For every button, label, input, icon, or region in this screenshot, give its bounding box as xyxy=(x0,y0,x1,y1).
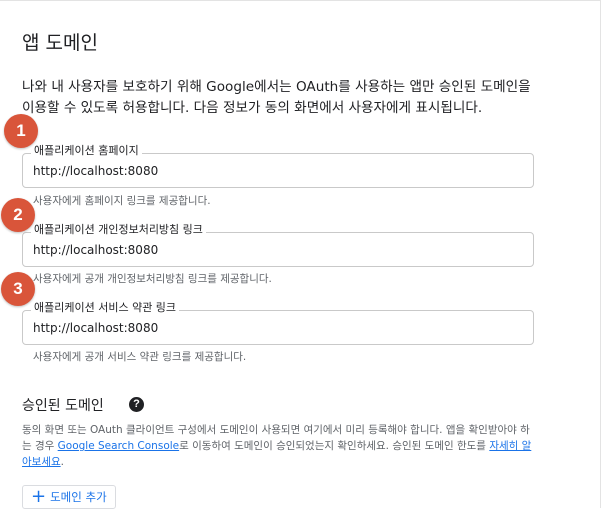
terms-of-service-hint: 사용자에게 공개 서비스 약관 링크를 제공합니다. xyxy=(33,351,247,363)
step-badge-1: 1 xyxy=(4,114,38,148)
terms-of-service-value: http://localhost:8080 xyxy=(33,321,159,335)
search-console-link[interactable]: Google Search Console xyxy=(58,440,179,452)
homepage-value: http://localhost:8080 xyxy=(33,164,159,178)
authorized-domains-description: 동의 화면 또는 OAuth 클라이언트 구성에서 도메인이 사용되면 여기에서… xyxy=(22,422,537,470)
step-badge-2: 2 xyxy=(1,198,35,232)
privacy-policy-field[interactable]: 애플리케이션 개인정보처리방침 링크 http://localhost:8080 xyxy=(22,223,534,267)
add-domain-button[interactable]: + 도메인 추가 xyxy=(22,485,116,509)
homepage-label: 애플리케이션 홈페이지 xyxy=(31,144,142,158)
terms-of-service-label: 애플리케이션 서비스 약관 링크 xyxy=(31,301,180,315)
plus-icon: + xyxy=(31,486,47,507)
step-badge-3: 3 xyxy=(1,272,35,306)
add-domain-label: 도메인 추가 xyxy=(50,490,107,504)
homepage-field[interactable]: 애플리케이션 홈페이지 http://localhost:8080 xyxy=(22,144,534,188)
privacy-policy-label: 애플리케이션 개인정보처리방침 링크 xyxy=(31,223,206,237)
privacy-policy-value: http://localhost:8080 xyxy=(33,243,159,257)
intro-text: 나와 내 사용자를 보호하기 위해 Google에서는 OAuth를 사용하는 … xyxy=(22,79,531,116)
terms-of-service-field[interactable]: 애플리케이션 서비스 약관 링크 http://localhost:8080 xyxy=(22,301,534,345)
desc-text-2: 로 이동하여 도메인이 승인되었는지 확인하세요. 승인된 도메인 한도를 xyxy=(179,440,490,452)
homepage-hint: 사용자에게 홈페이지 링크를 제공합니다. xyxy=(33,195,211,207)
authorized-domains-title: 승인된 도메인 xyxy=(22,398,104,414)
right-divider xyxy=(600,0,601,508)
top-divider xyxy=(0,0,600,1)
page-title: 앱 도메인 xyxy=(22,32,98,54)
help-icon[interactable]: ? xyxy=(129,397,144,412)
desc-text-3: . xyxy=(60,456,64,468)
privacy-policy-hint: 사용자에게 공개 개인정보처리방침 링크를 제공합니다. xyxy=(33,273,272,285)
